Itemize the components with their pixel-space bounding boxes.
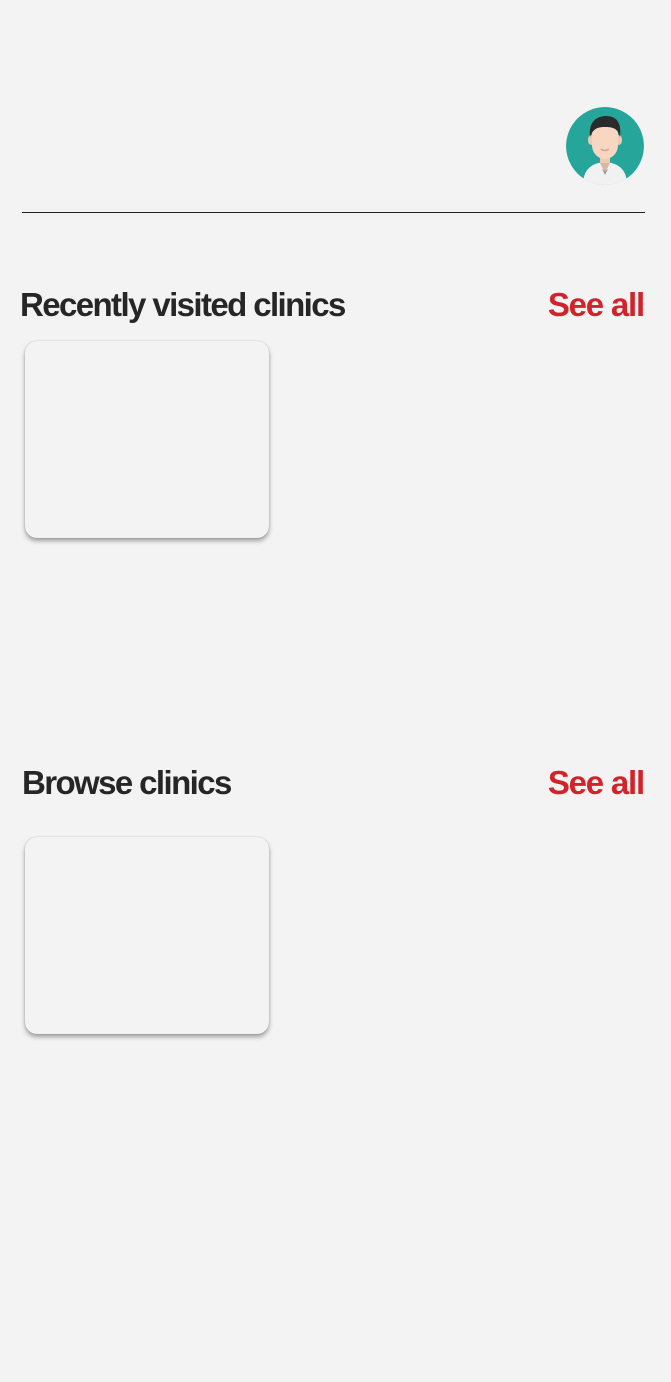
recently-visited-see-all-link[interactable]: See all [548, 286, 645, 324]
doctor-avatar-icon [566, 107, 644, 185]
profile-avatar-button[interactable] [566, 107, 644, 185]
browse-clinics-title: Browse clinics [22, 764, 232, 801]
browse-clinics-see-all-link[interactable]: See all [548, 764, 645, 802]
recent-clinic-card[interactable] [25, 341, 269, 538]
recently-visited-title: Recently visited clinics [20, 286, 346, 323]
header-divider [22, 212, 645, 213]
browse-clinic-card[interactable] [25, 837, 269, 1034]
